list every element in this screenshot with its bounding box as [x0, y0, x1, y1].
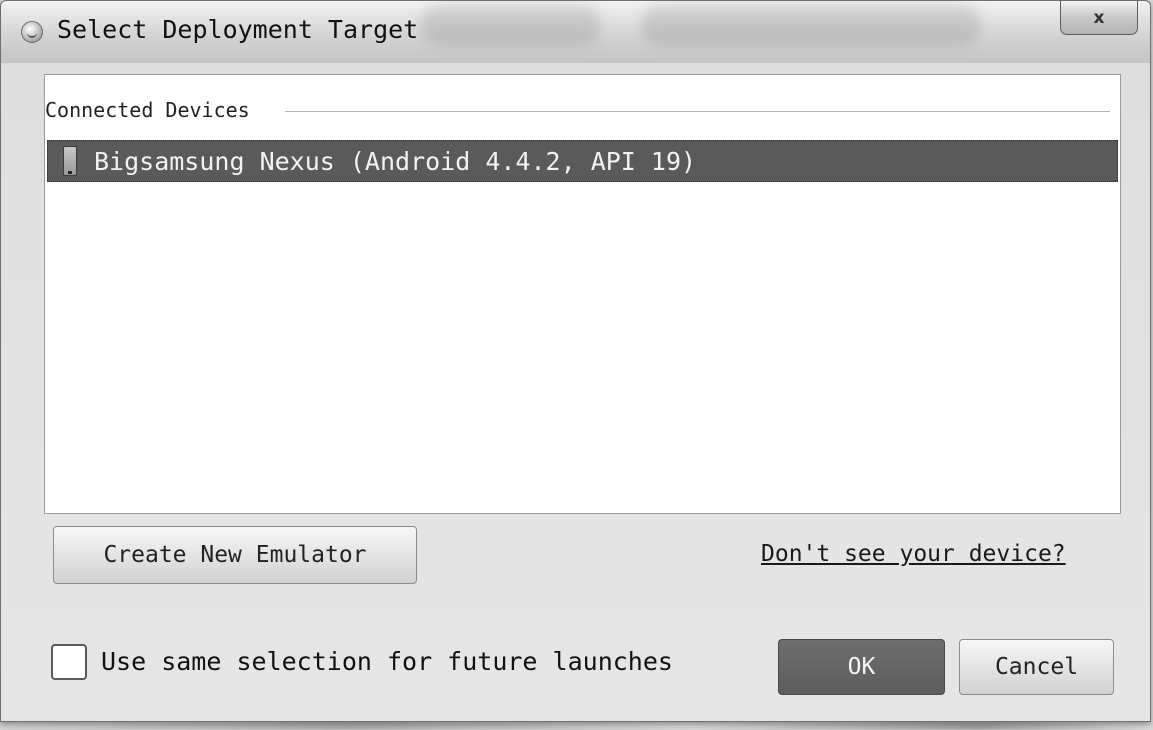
title-bar[interactable]: Select Deployment Target x: [1, 1, 1150, 63]
device-list-item[interactable]: Bigsamsung Nexus (Android 4.4.2, API 19): [47, 140, 1118, 182]
connected-devices-label: Connected Devices: [45, 98, 262, 122]
title-bar-shadow: [641, 5, 981, 45]
create-emulator-button[interactable]: Create New Emulator: [53, 526, 417, 584]
device-label: Bigsamsung Nexus (Android 4.4.2, API 19): [94, 146, 697, 176]
remember-selection-checkbox[interactable]: [51, 644, 87, 680]
device-help-link[interactable]: Don't see your device?: [761, 541, 1066, 567]
phone-icon: [63, 146, 77, 176]
dialog-window: Select Deployment Target x Connected Dev…: [0, 0, 1151, 722]
device-list-panel: Connected Devices Bigsamsung Nexus (Andr…: [44, 74, 1121, 514]
close-button[interactable]: x: [1060, 1, 1138, 35]
window-title: Select Deployment Target: [57, 15, 419, 44]
ok-button[interactable]: OK: [778, 639, 945, 695]
android-studio-icon: [21, 21, 43, 43]
close-icon: x: [1093, 7, 1105, 28]
cancel-button[interactable]: Cancel: [959, 639, 1114, 695]
group-divider: [285, 111, 1110, 112]
remember-selection-label[interactable]: Use same selection for future launches: [101, 647, 673, 676]
title-bar-shadow: [421, 5, 601, 45]
background-strip: [0, 722, 1153, 730]
